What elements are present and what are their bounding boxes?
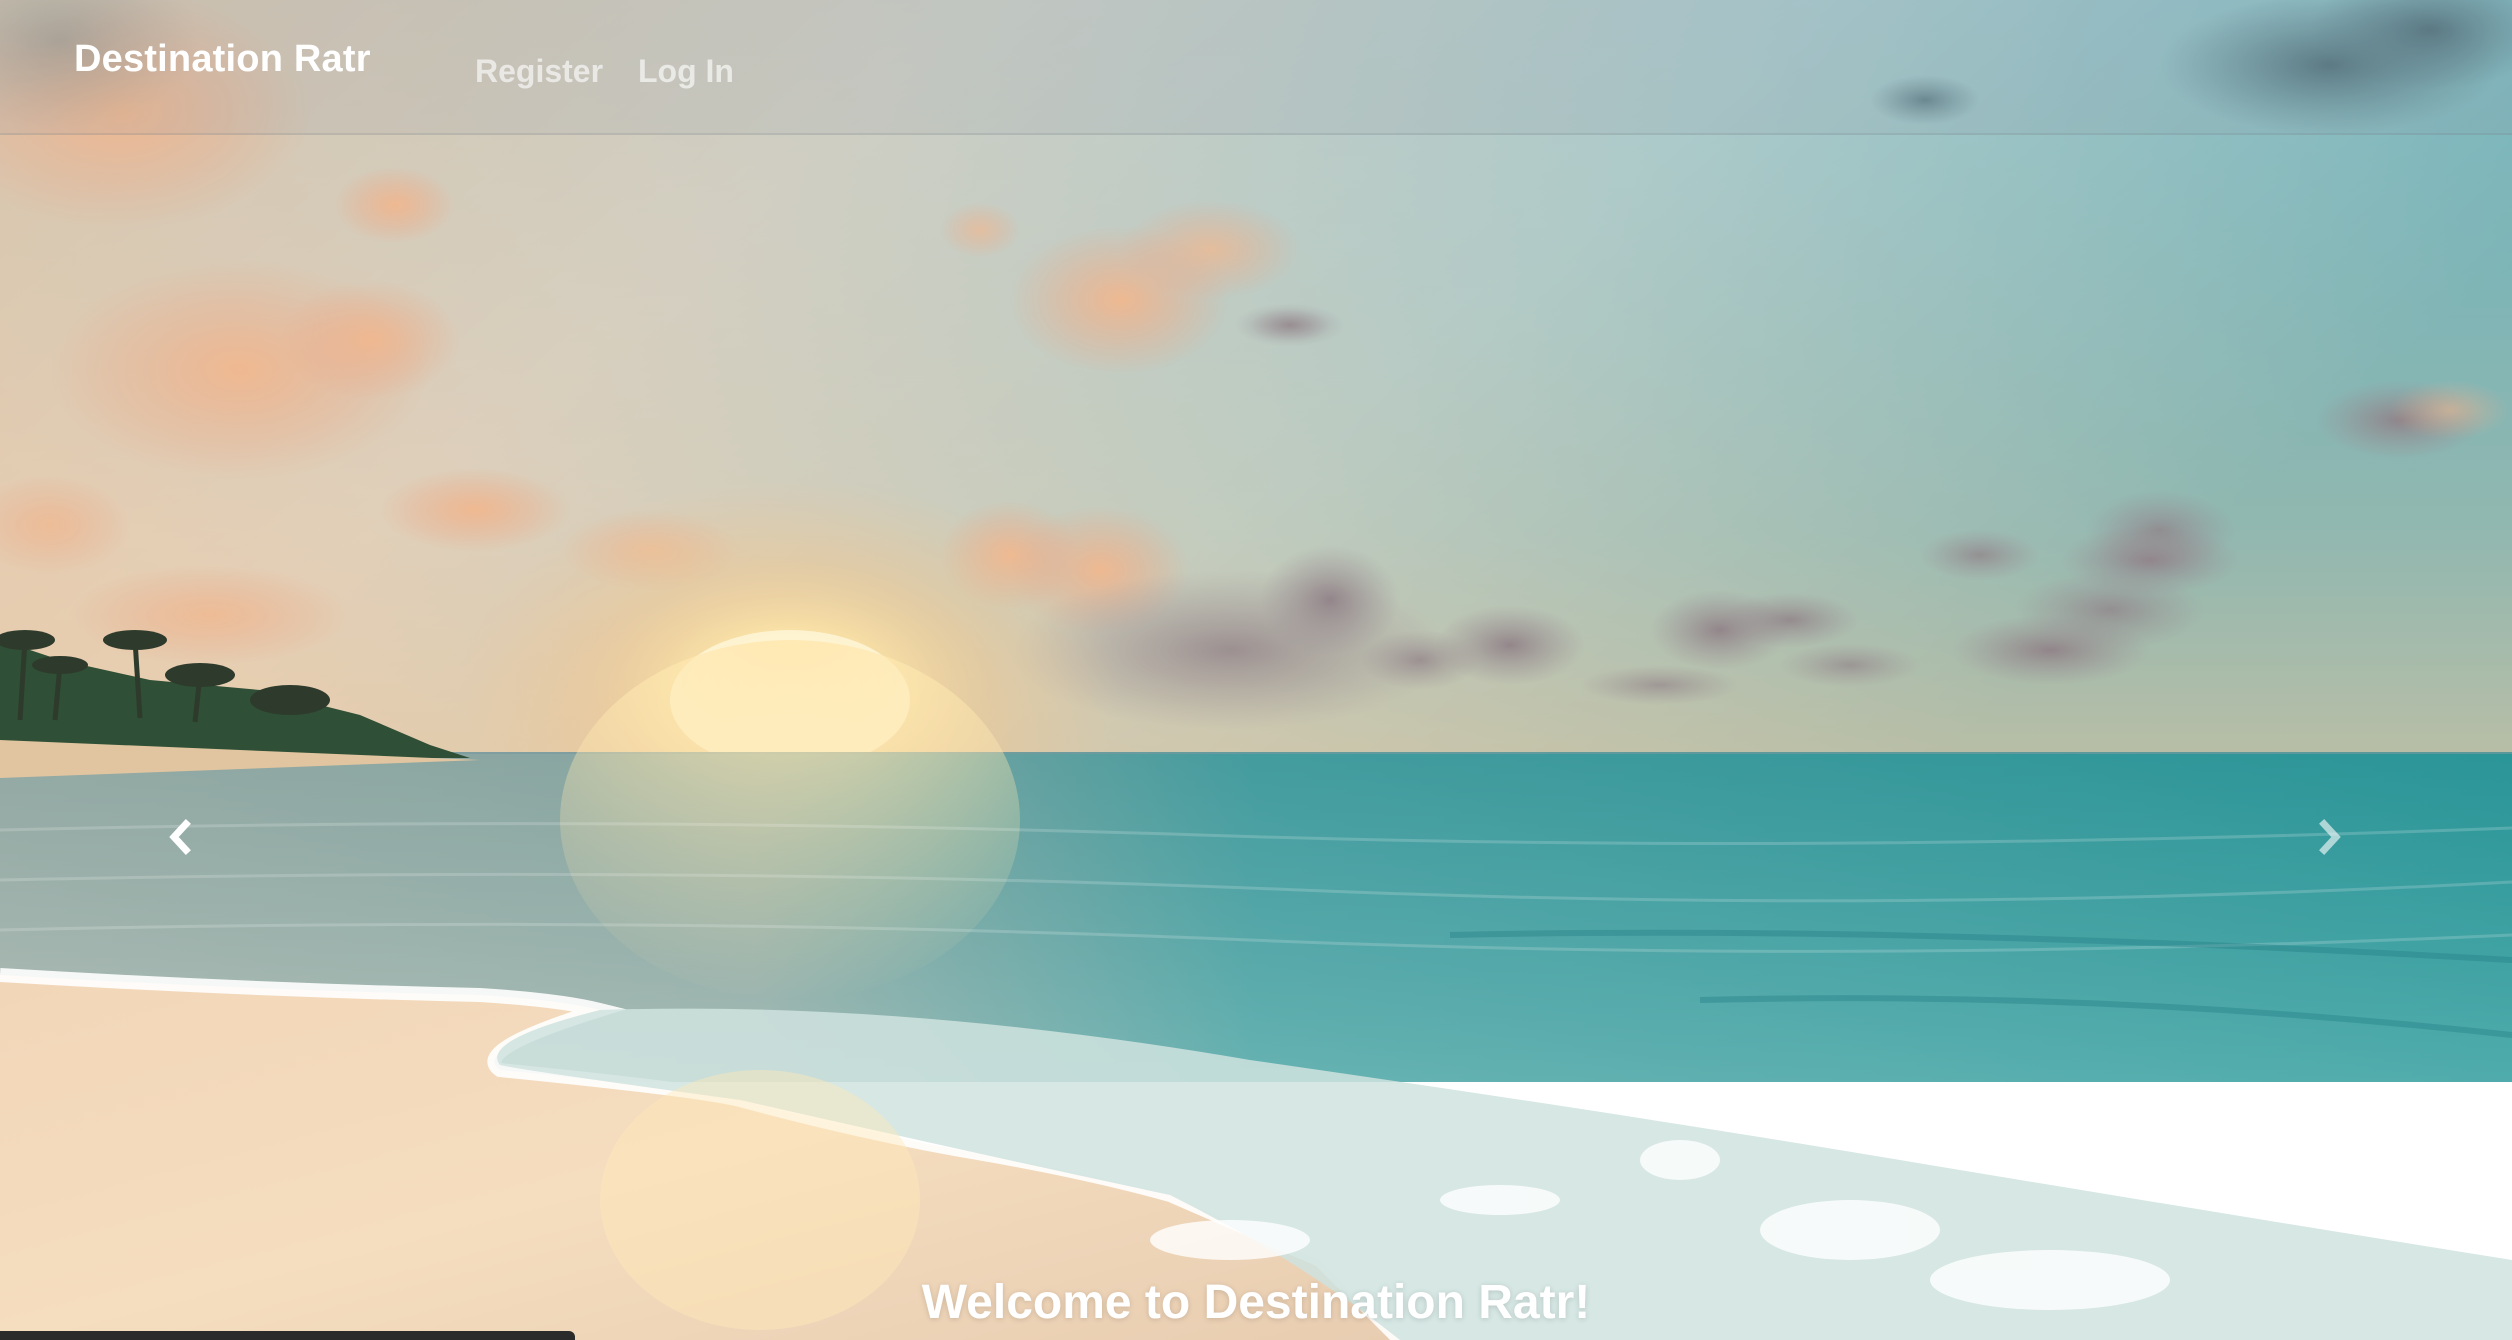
beach-sunset-background-image [0,0,2512,1340]
welcome-heading: Welcome to Destination Ratr! [921,1276,1591,1329]
top-navbar: Destination Ratr Register Log In [0,0,2512,135]
chevron-left-icon [169,819,191,855]
carousel-next-button[interactable] [2305,812,2355,862]
login-link[interactable]: Log In [638,53,734,90]
carousel-prev-button[interactable] [155,812,205,862]
chevron-right-icon [2319,819,2341,855]
bottom-dark-strip [0,1331,575,1340]
hero-carousel: Destination Ratr Register Log In Welcome… [0,0,2512,1340]
register-link[interactable]: Register [475,53,603,90]
brand-logo-link[interactable]: Destination Ratr [74,38,371,81]
